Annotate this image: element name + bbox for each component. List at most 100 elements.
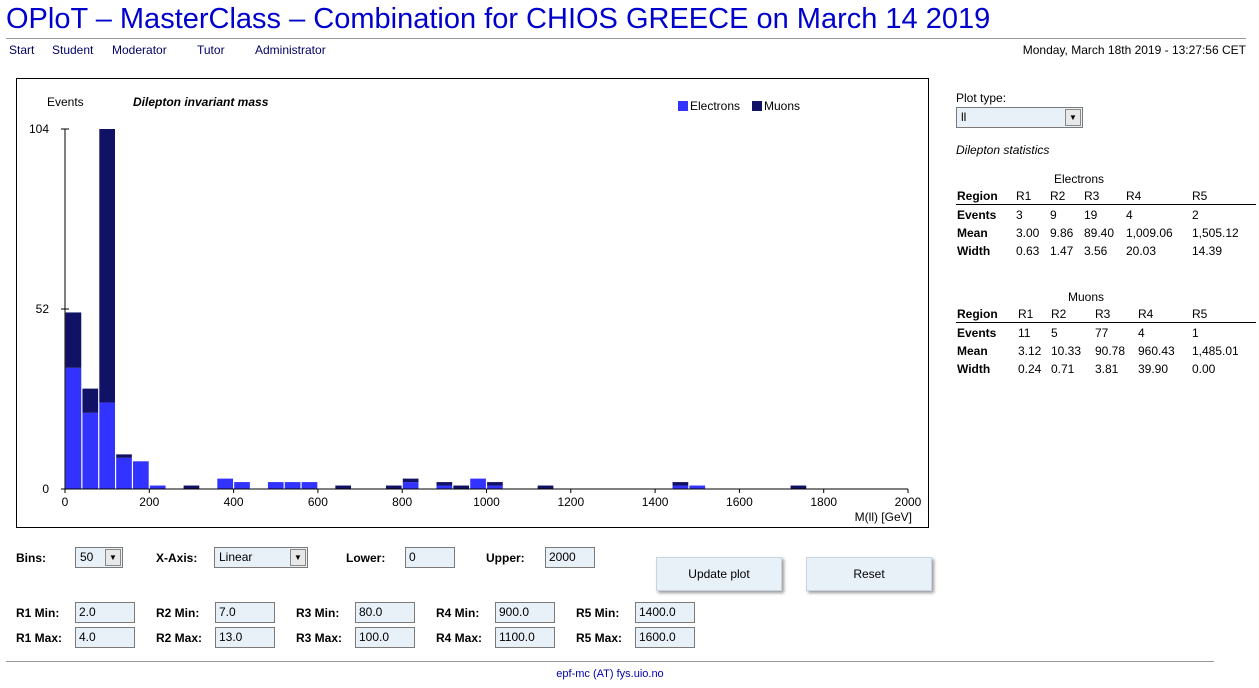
electrons-bar <box>99 402 115 489</box>
nav-administrator[interactable]: Administrator <box>255 43 326 57</box>
table-cell: 4 <box>1138 326 1145 340</box>
r2-max-input[interactable]: 13.0 <box>215 627 275 648</box>
chart-title: Dilepton invariant mass <box>133 95 269 109</box>
plot-type-select[interactable]: ll ▼ <box>956 107 1083 128</box>
table-cell: 1.47 <box>1050 244 1074 258</box>
muons-caption: Muons <box>1067 290 1105 304</box>
upper-label: Upper: <box>486 551 525 565</box>
legend-electrons-label: Electrons <box>690 99 740 113</box>
r5-max-label: R5 Max: <box>576 631 623 645</box>
title-divider <box>6 38 1246 39</box>
electrons-bar <box>149 485 166 489</box>
histogram-panel: 0 200 400 600 800 1000 1200 1400 1600 1800 2000 0 52… <box>16 78 929 528</box>
muons-bar <box>183 485 200 489</box>
nav-tutor[interactable]: Tutor <box>197 43 225 57</box>
row-label: Mean <box>957 226 988 240</box>
r5-min-input[interactable]: 1400.0 <box>635 602 695 623</box>
table-cell: 1,485.01 <box>1192 344 1239 358</box>
muons-header-row: Region R1 R2 R3 R4 R5 <box>956 305 1256 323</box>
r2-max-label: R2 Max: <box>156 631 203 645</box>
electrons-caption: Electrons <box>1053 172 1105 186</box>
r1-min-input[interactable]: 2.0 <box>75 602 135 623</box>
table-cell: 3.00 <box>1016 226 1040 240</box>
histogram-chart: 0 200 400 600 800 1000 1200 1400 1600 1800 2000 0 52… <box>29 95 922 524</box>
chevron-down-icon[interactable]: ▼ <box>105 549 121 566</box>
electrons-bar <box>301 482 318 489</box>
r4-min-label: R4 Min: <box>436 606 480 620</box>
nav-start[interactable]: Start <box>9 43 34 57</box>
table-cell: 1,009.06 <box>1126 226 1173 240</box>
electrons-bar <box>487 485 503 489</box>
legend-muons-swatch <box>752 101 762 111</box>
r5-max-input[interactable]: 1600.0 <box>635 627 695 648</box>
r5-min-label: R5 Min: <box>576 606 620 620</box>
header-cell: R1 <box>1016 189 1032 203</box>
upper-input[interactable]: 2000 <box>545 547 595 568</box>
r3-max-input[interactable]: 100.0 <box>355 627 415 648</box>
xaxis-select[interactable]: Linear ▼ <box>214 547 308 568</box>
r1-max-input[interactable]: 4.0 <box>75 627 135 648</box>
row-label: Width <box>957 244 991 258</box>
x-tick-label: 1800 <box>810 495 837 509</box>
r2-min-input[interactable]: 7.0 <box>215 602 275 623</box>
y-tick-label: 104 <box>29 122 49 136</box>
table-cell: 3 <box>1016 208 1023 222</box>
electrons-bar <box>234 482 250 489</box>
table-cell: 39.90 <box>1138 362 1169 376</box>
x-tick-label: 400 <box>224 495 244 509</box>
header-cell: R2 <box>1050 189 1066 203</box>
x-tick-label: 1600 <box>726 495 753 509</box>
muons-bar <box>790 485 807 489</box>
reset-button[interactable]: Reset <box>806 557 932 591</box>
r1-min-label: R1 Min: <box>16 606 60 620</box>
muons-bar <box>402 478 419 483</box>
table-cell: 0.00 <box>1192 362 1216 376</box>
electrons-bar <box>116 457 132 489</box>
bins-value: 50 <box>80 550 94 564</box>
table-cell: 90.78 <box>1095 344 1126 358</box>
muons-bar <box>99 129 115 403</box>
header-cell: Region <box>957 189 998 203</box>
header-cell: R1 <box>1018 307 1034 321</box>
chevron-down-icon[interactable]: ▼ <box>1065 109 1081 126</box>
nav-student[interactable]: Student <box>52 43 93 57</box>
header-cell: R3 <box>1084 189 1100 203</box>
header-cell: R3 <box>1095 307 1111 321</box>
row-label: Mean <box>957 344 988 358</box>
table-cell: 9 <box>1050 208 1057 222</box>
header-cell: R5 <box>1192 307 1208 321</box>
y-tick-label: 52 <box>36 302 50 316</box>
chevron-down-icon[interactable]: ▼ <box>290 549 306 566</box>
muons-bar <box>436 482 453 486</box>
header-cell: R4 <box>1126 189 1142 203</box>
electrons-bar <box>689 485 706 489</box>
x-tick-label: 0 <box>62 495 69 509</box>
footer-contact[interactable]: epf-mc (AT) fys.uio.no <box>0 668 1220 680</box>
table-cell: 3.12 <box>1018 344 1042 358</box>
x-tick-label: 800 <box>392 495 412 509</box>
table-cell: 20.03 <box>1126 244 1157 258</box>
xaxis-label: X-Axis: <box>156 551 198 565</box>
lower-input[interactable]: 0 <box>405 547 455 568</box>
x-tick-label: 1000 <box>473 495 500 509</box>
x-axis-label: M(ll) [GeV] <box>855 510 912 524</box>
bins-select[interactable]: 50 ▼ <box>75 547 123 568</box>
row-label: Events <box>957 208 997 222</box>
muons-bar <box>453 485 470 489</box>
electrons-bar <box>65 367 82 489</box>
muons-bar <box>116 454 132 458</box>
update-plot-button[interactable]: Update plot <box>656 557 782 591</box>
table-cell: 0.24 <box>1018 362 1042 376</box>
table-cell: 11 <box>1018 326 1031 340</box>
muons-bar <box>82 388 99 413</box>
nav-moderator[interactable]: Moderator <box>112 43 167 57</box>
r4-max-input[interactable]: 1100.0 <box>495 627 555 648</box>
table-cell: 14.39 <box>1192 244 1223 258</box>
r3-min-input[interactable]: 80.0 <box>355 602 415 623</box>
footer-divider <box>6 661 1214 662</box>
muons-bar <box>335 485 352 489</box>
x-tick-label: 1200 <box>557 495 584 509</box>
r4-max-label: R4 Max: <box>436 631 483 645</box>
r4-min-input[interactable]: 900.0 <box>495 602 555 623</box>
legend-muons-label: Muons <box>764 99 800 113</box>
